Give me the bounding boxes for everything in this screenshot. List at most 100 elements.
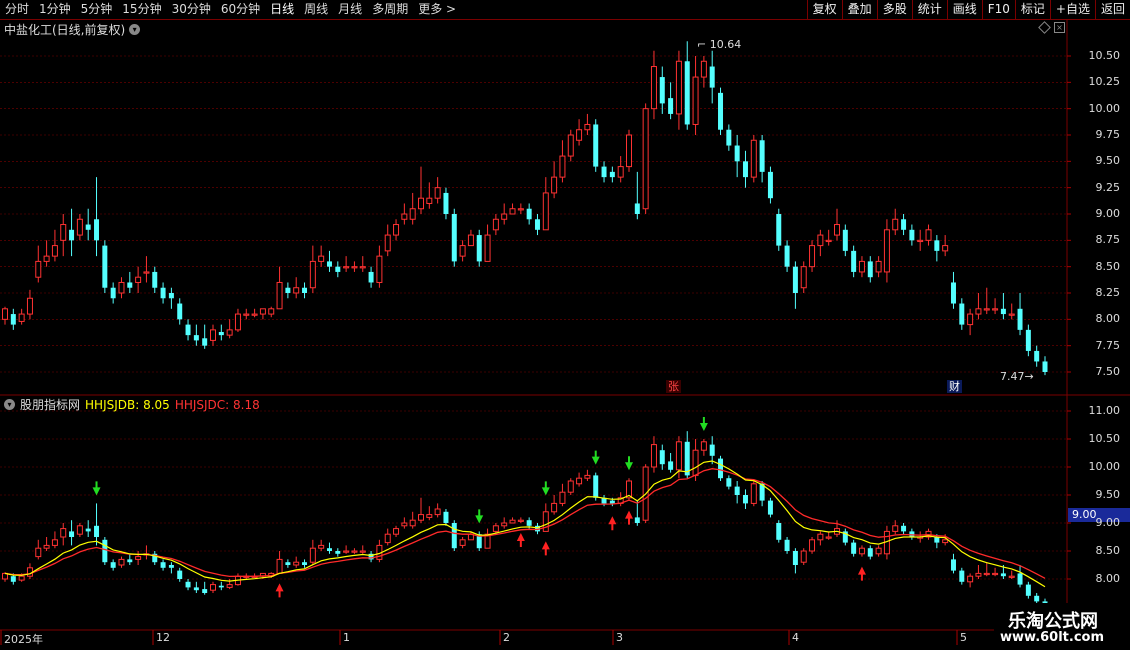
- candle: [567, 129, 574, 162]
- chart-grid: [0, 20, 1130, 650]
- main-axis-tick: 10.00: [1088, 101, 1121, 115]
- indicator-candle: [368, 551, 374, 563]
- time-label: 5: [960, 631, 967, 644]
- candle: [118, 277, 125, 299]
- indicator-candle: [51, 531, 58, 549]
- candle: [909, 224, 915, 246]
- cai-badge[interactable]: 财: [947, 380, 962, 393]
- candle: [343, 256, 350, 272]
- indicator-axis-tick: 8.00: [1095, 572, 1121, 585]
- candle: [792, 261, 798, 309]
- candle: [776, 208, 782, 251]
- indicator-candle: [800, 548, 807, 565]
- candle: [326, 250, 332, 272]
- indicator-candle: [401, 517, 408, 529]
- sell-arrow: [625, 456, 633, 471]
- candle: [259, 308, 266, 320]
- candle: [576, 119, 583, 146]
- candle: [726, 124, 732, 151]
- candle: [883, 219, 890, 283]
- candle: [102, 240, 108, 293]
- indicator-candle: [1008, 570, 1015, 579]
- main-axis-tick: 9.25: [1095, 180, 1121, 194]
- low-annotation: 7.47→: [1000, 370, 1034, 383]
- buy-arrow: [516, 533, 525, 547]
- chart-canvas[interactable]: [0, 0, 1130, 650]
- candle: [218, 324, 224, 341]
- high-price-label: 10.64: [709, 38, 742, 51]
- indicator-axis-tick: 9.00: [1095, 516, 1121, 529]
- indicator-candle: [393, 525, 400, 537]
- indicator-candle: [35, 539, 42, 560]
- indicator-candle: [168, 562, 174, 574]
- indicator-candle: [110, 559, 116, 571]
- indicator-candle: [202, 581, 208, 595]
- candle: [243, 308, 250, 320]
- indicator-candle: [584, 469, 591, 481]
- collapse-icon[interactable]: ▾: [4, 399, 15, 410]
- indicator-axis-tick: 10.50: [1088, 432, 1121, 445]
- candle: [335, 261, 341, 278]
- candle: [426, 182, 433, 209]
- indicator-candle: [992, 567, 999, 577]
- indicator-candle: [376, 539, 383, 563]
- candle: [202, 324, 208, 349]
- indicator-candle: [135, 551, 142, 565]
- candle: [177, 298, 183, 325]
- sell-arrow: [92, 481, 101, 496]
- candle: [750, 135, 757, 183]
- candle: [2, 306, 8, 325]
- candle: [858, 256, 865, 278]
- main-axis-tick: 8.75: [1095, 233, 1121, 247]
- candle: [85, 208, 91, 241]
- indicator-candle: [210, 581, 216, 593]
- candle: [901, 214, 907, 236]
- candle: [892, 208, 899, 236]
- indicator-candle: [700, 439, 707, 456]
- indicator-name: 股朋指标网: [20, 398, 81, 412]
- sell-arrow: [541, 481, 550, 496]
- indicator-candle: [576, 472, 583, 487]
- candle: [526, 203, 532, 225]
- candle: [668, 82, 674, 120]
- candle: [359, 256, 366, 272]
- indicator-candle: [384, 528, 391, 546]
- indicator-candle: [118, 556, 125, 568]
- indicator-candle: [409, 511, 416, 529]
- candle: [593, 119, 599, 172]
- indicator-candle: [1025, 581, 1031, 599]
- indicator-candle: [767, 497, 773, 518]
- candle: [18, 308, 25, 325]
- indicator-candle: [851, 539, 857, 557]
- signal-arrows: [92, 417, 866, 598]
- zhang-badge[interactable]: 张: [666, 380, 681, 393]
- indicator-axis-tick: 9.50: [1095, 488, 1121, 501]
- candle: [43, 240, 50, 267]
- candle: [767, 166, 773, 204]
- indicator-candle: [177, 567, 183, 582]
- candle: [875, 256, 882, 278]
- indicator-candle: [94, 503, 100, 546]
- indicator-candle: [193, 581, 199, 593]
- watermark: 乐淘公式网 www.60lt.com: [994, 603, 1130, 650]
- buy-arrow: [625, 510, 633, 525]
- indicator-candle: [76, 523, 83, 537]
- indicator-candle: [668, 453, 674, 473]
- indicator-candle: [867, 545, 873, 560]
- candle: [234, 308, 241, 332]
- indicator-candle: [634, 500, 640, 526]
- indicator-candle: [959, 567, 965, 585]
- indicator-candle: [343, 545, 350, 554]
- candle: [309, 245, 316, 293]
- candle: [318, 245, 325, 267]
- indicator-candle: [501, 517, 508, 529]
- indicator-candle: [551, 495, 558, 515]
- indicator-candle: [842, 528, 848, 546]
- candle: [127, 271, 133, 293]
- indicator-candle: [451, 520, 457, 551]
- candle: [351, 261, 358, 272]
- indicator-candle: [185, 579, 191, 591]
- time-label: 2025年: [4, 633, 43, 646]
- indicator-candle: [1017, 565, 1023, 588]
- hhjsjdb-line: [4, 460, 1046, 588]
